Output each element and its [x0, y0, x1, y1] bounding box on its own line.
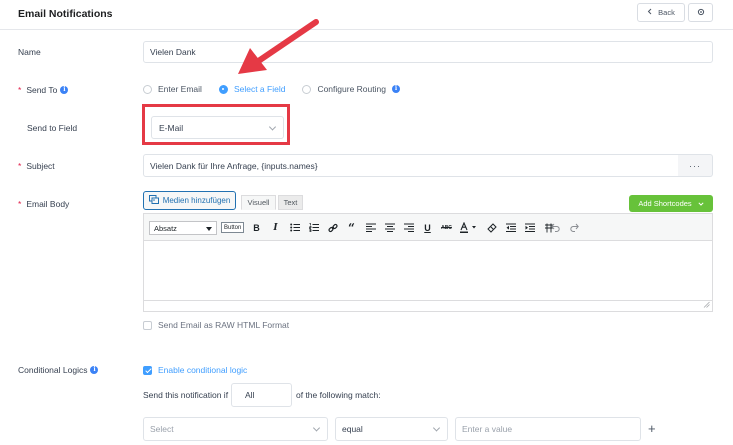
back-button[interactable]: Back — [637, 3, 685, 22]
outdent-icon[interactable] — [504, 221, 517, 234]
numbered-list-icon[interactable] — [307, 221, 320, 234]
send-to-field-label: Send to Field — [27, 123, 78, 133]
chevron-down-icon — [268, 122, 277, 131]
radio-circle — [302, 84, 312, 94]
underline-icon[interactable]: U — [421, 221, 434, 234]
radio-configure-routing[interactable]: Configure Routing i — [302, 84, 400, 94]
add-shortcodes-button[interactable]: Add Shortcodes — [629, 195, 713, 212]
radio-circle-selected — [218, 84, 228, 94]
align-right-icon[interactable] — [402, 221, 415, 234]
caret-down-icon — [206, 227, 212, 231]
condition-sentence-suffix: of the following match: — [296, 390, 381, 400]
redo-icon[interactable] — [567, 221, 580, 234]
tab-visual[interactable]: Visuell — [241, 195, 276, 210]
editor-toolbar: Absatz Button B I “ U ABC — [144, 214, 712, 241]
link-icon[interactable] — [326, 221, 339, 234]
settings-button[interactable] — [688, 3, 713, 22]
annotation-arrow — [238, 19, 319, 74]
resize-handle-icon[interactable] — [703, 300, 710, 310]
checkbox-checked — [143, 365, 152, 375]
indent-icon[interactable] — [523, 221, 536, 234]
info-icon[interactable]: i — [391, 85, 400, 93]
info-icon[interactable]: i — [90, 366, 99, 374]
add-condition-button[interactable]: + — [648, 421, 656, 436]
subject-label: * Subject — [18, 161, 55, 171]
condition-sentence-prefix: Send this notification if — [143, 390, 229, 400]
bullet-list-icon[interactable] — [288, 221, 301, 234]
chevron-down-icon — [312, 424, 321, 432]
condition-field-select[interactable]: Select — [143, 417, 328, 441]
subject-input[interactable]: Vielen Dank für Ihre Anfrage, {inputs.na… — [143, 154, 679, 177]
condition-operator-select[interactable]: equal — [335, 417, 448, 441]
email-body-label: * Email Body — [18, 199, 70, 209]
strikethrough-icon[interactable]: ABC — [440, 221, 453, 234]
italic-icon[interactable]: I — [269, 221, 282, 234]
conditional-logics-label: Conditional Logics i — [18, 365, 99, 375]
send-to-radio-group: Enter Email Select a Field Configure Rou… — [143, 84, 417, 94]
name-input[interactable]: Vielen Dank — [143, 41, 713, 63]
chevron-left-icon — [647, 8, 653, 17]
media-icon — [148, 195, 159, 206]
header-bar: Email Notifications Back — [0, 0, 733, 30]
rich-text-editor: Absatz Button B I “ U ABC — [143, 213, 713, 312]
chevron-down-icon — [432, 424, 441, 432]
format-select[interactable]: Absatz — [149, 221, 217, 235]
condition-value-input[interactable]: Enter a value — [455, 417, 641, 441]
radio-enter-email[interactable]: Enter Email — [143, 84, 202, 94]
gear-icon — [697, 8, 705, 18]
checkbox-box — [143, 320, 152, 330]
raw-html-checkbox[interactable]: Send Email as RAW HTML Format — [143, 320, 289, 330]
name-label: Name — [18, 47, 41, 57]
bold-icon[interactable]: B — [250, 221, 263, 234]
back-label: Back — [658, 8, 675, 17]
chevron-down-icon — [698, 199, 704, 208]
info-icon[interactable]: i — [60, 86, 69, 94]
insert-button-button[interactable]: Button — [221, 222, 245, 233]
editor-statusbar — [144, 300, 712, 311]
eraser-icon[interactable] — [485, 221, 498, 234]
send-to-label: * Send To i — [18, 85, 69, 95]
radio-select-a-field[interactable]: Select a Field — [218, 84, 285, 94]
page-title: Email Notifications — [18, 8, 113, 20]
quote-icon[interactable]: “ — [345, 221, 358, 235]
add-media-button[interactable]: Medien hinzufügen — [143, 191, 236, 210]
tab-text[interactable]: Text — [278, 195, 303, 210]
match-type-input[interactable]: All — [231, 383, 292, 407]
enable-conditional-checkbox[interactable]: Enable conditional logic — [143, 365, 247, 375]
align-center-icon[interactable] — [383, 221, 396, 234]
align-left-icon[interactable] — [364, 221, 377, 234]
text-color-icon[interactable] — [459, 221, 481, 234]
radio-circle — [143, 84, 152, 94]
send-to-field-select[interactable]: E-Mail — [151, 116, 284, 139]
undo-icon[interactable] — [549, 221, 562, 234]
subject-more-button[interactable]: ··· — [678, 154, 713, 177]
